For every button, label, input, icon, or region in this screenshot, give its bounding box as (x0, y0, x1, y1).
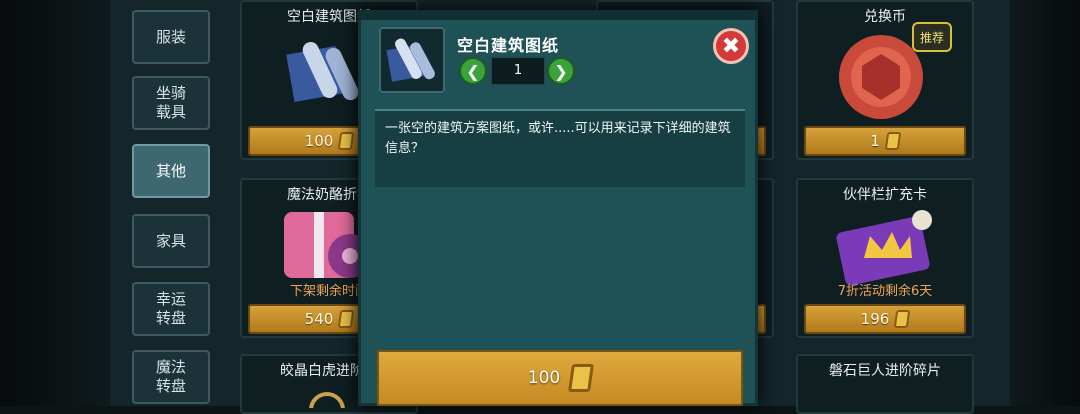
chevron-right-icon: ❯ (554, 61, 568, 81)
tab-other[interactable]: 其他 (132, 144, 210, 198)
price-value: 100 (304, 132, 334, 150)
item-icon-frame (379, 27, 445, 93)
item-description: 一张空的建筑方案图纸，或许.....可以用来记录下详细的建筑信息？ (375, 109, 745, 187)
tab-furniture[interactable]: 家具 (132, 214, 210, 268)
gold-coin-icon (884, 132, 902, 150)
item-detail-modal: 空白建筑图纸 ❮ 1 ❯ ✖ 一张空的建筑方案图纸，或许.....可以用来记录下… (358, 10, 758, 406)
tab-label: 家具 (155, 231, 186, 250)
shop-item-card[interactable]: 伙伴栏扩充卡 7折活动剩余6天 196 (796, 178, 974, 338)
tab-label: 幸运 转盘 (155, 290, 186, 327)
price-value: 196 (860, 310, 890, 328)
left-backdrop (0, 0, 110, 406)
decrease-quantity-button[interactable]: ❮ (459, 57, 487, 85)
shop-item-card[interactable]: 兑换币 推荐 1 (796, 0, 974, 160)
item-title: 磐石巨人进阶碎片 (829, 363, 941, 379)
price-value: 540 (304, 310, 334, 328)
increase-quantity-button[interactable]: ❯ (547, 57, 575, 85)
modal-border (358, 10, 758, 20)
price-button[interactable]: 196 (804, 304, 966, 334)
gold-coin-icon (568, 364, 595, 392)
tab-clothing[interactable]: 服装 (132, 10, 210, 64)
exchange-coin-icon (839, 35, 923, 119)
tab-label: 其他 (155, 161, 186, 180)
tab-magic-wheel[interactable]: 魔法 转盘 (132, 350, 210, 404)
shop-item-card[interactable]: 磐石巨人进阶碎片 (796, 354, 974, 414)
gold-coin-icon (338, 132, 355, 150)
chevron-left-icon: ❮ (466, 61, 480, 81)
gold-coin-icon (894, 310, 911, 328)
blueprint-scroll-icon (386, 38, 435, 82)
buy-button[interactable]: 100 (377, 350, 743, 406)
price-value: 1 (870, 132, 880, 150)
price-button[interactable]: 1 (804, 126, 966, 156)
close-icon: ✖ (721, 33, 741, 59)
flower-emblem-icon (309, 392, 345, 408)
modal-title: 空白建筑图纸 (457, 36, 560, 55)
tab-label: 魔法 转盘 (155, 358, 186, 395)
close-button[interactable]: ✖ (713, 28, 749, 64)
promo-timer: 7折活动剩余6天 (837, 284, 933, 299)
tab-label: 坐骑 载具 (155, 84, 186, 121)
gold-coin-icon (338, 310, 355, 328)
buy-price: 100 (527, 368, 561, 388)
tab-label: 服装 (155, 27, 186, 46)
crown-card-icon (836, 210, 932, 286)
item-title: 伙伴栏扩充卡 (843, 187, 927, 203)
right-backdrop (1010, 0, 1080, 406)
tab-mounts[interactable]: 坐骑 载具 (132, 76, 210, 130)
tab-lucky-wheel[interactable]: 幸运 转盘 (132, 282, 210, 336)
quantity-field[interactable]: 1 (491, 57, 545, 85)
